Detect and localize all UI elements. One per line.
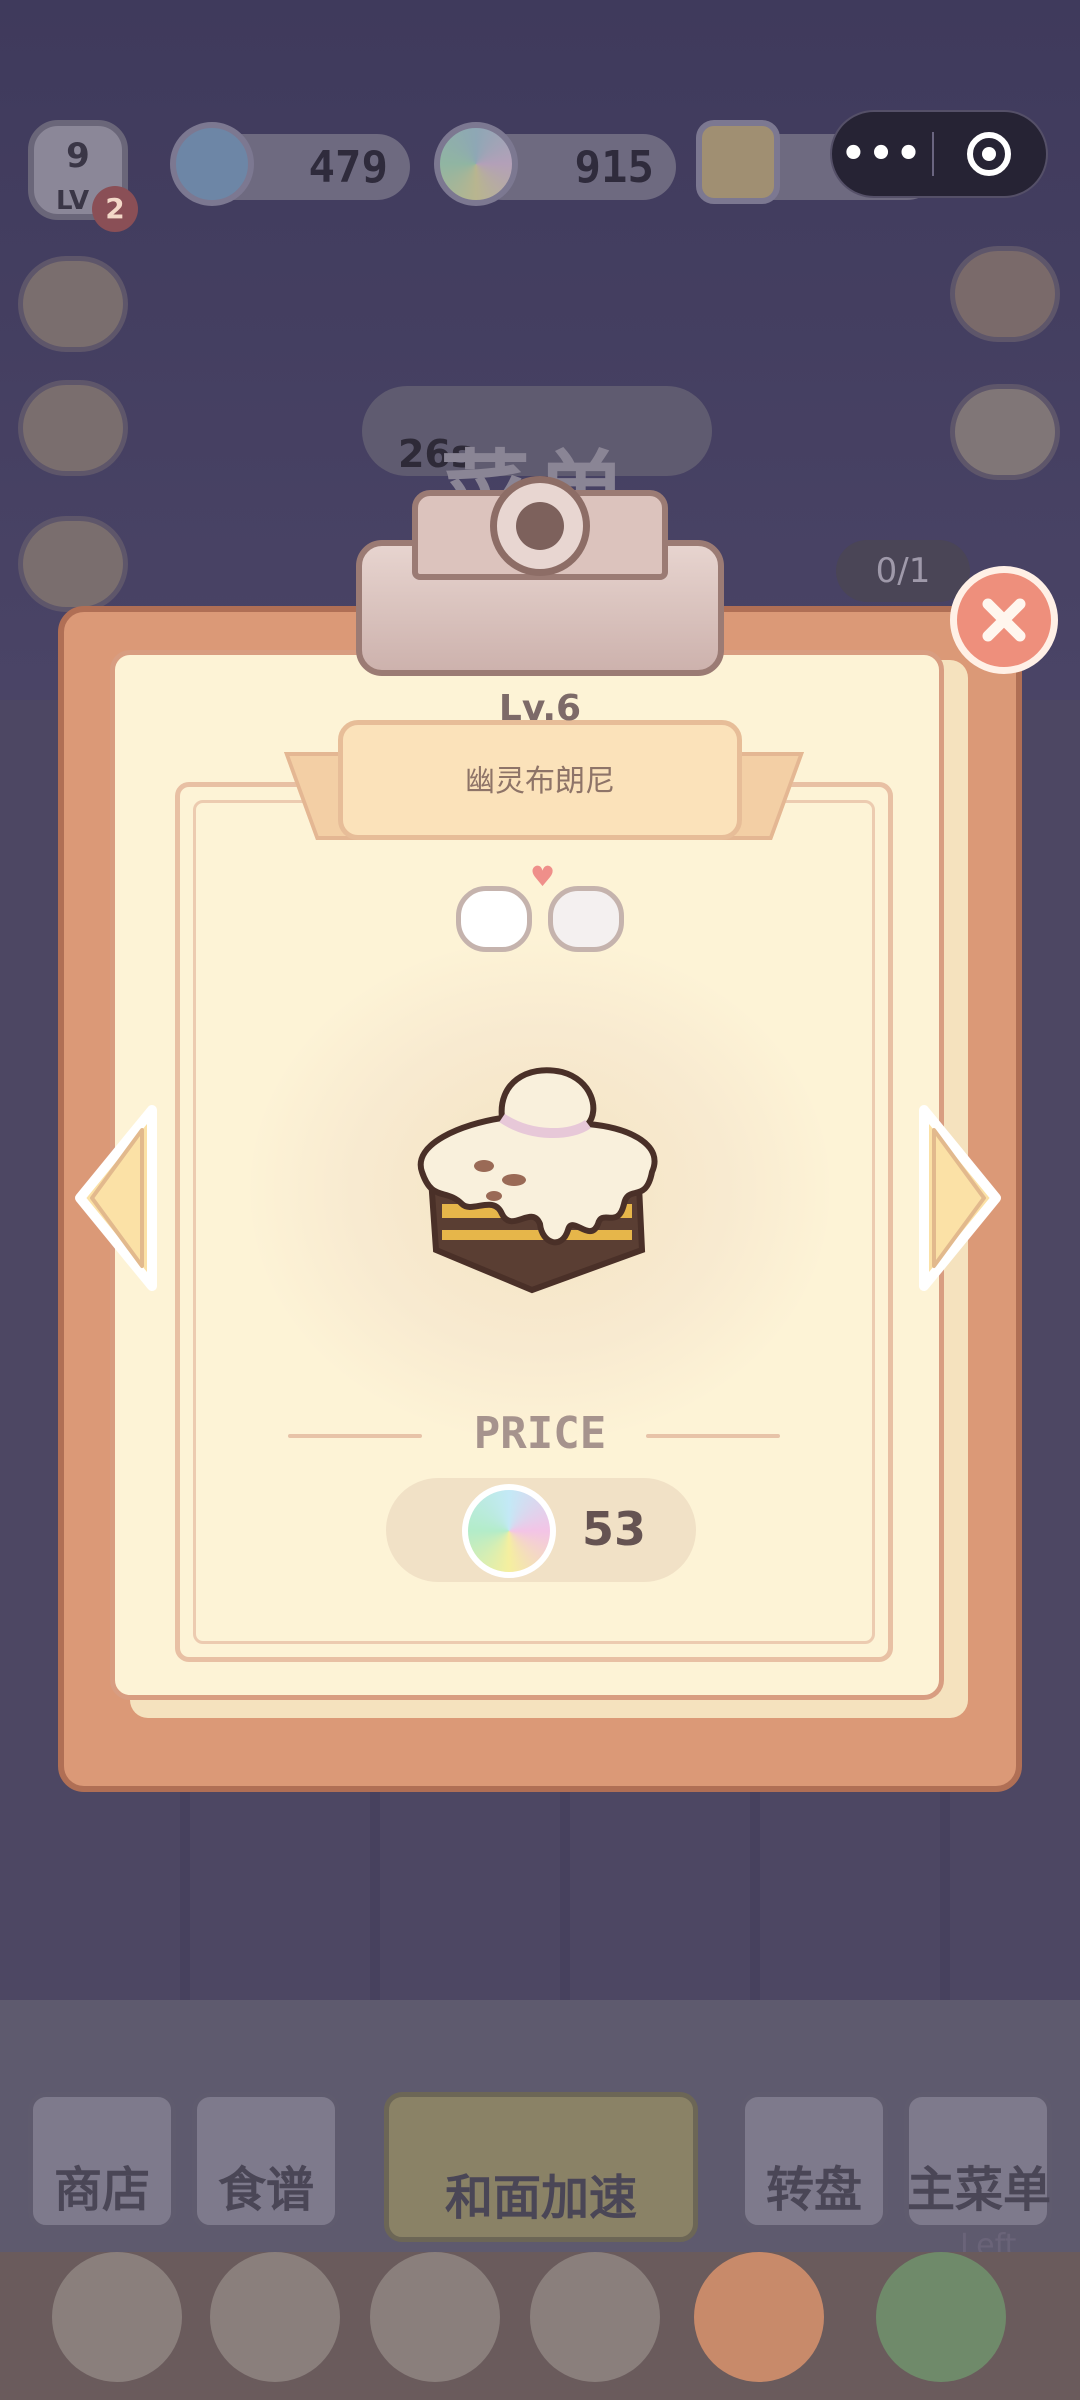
player-level-value: 9 (66, 136, 90, 176)
previous-recipe-button[interactable] (70, 1100, 162, 1296)
close-button[interactable] (950, 566, 1058, 674)
gem-count: 479 (308, 141, 388, 193)
more-options-button[interactable]: ••• (832, 131, 932, 177)
hamster-chef-icon (548, 886, 624, 952)
ufo-item-icon[interactable] (530, 2252, 660, 2382)
cake-event-icon[interactable] (950, 246, 1060, 342)
rainbow-coin-icon (434, 122, 518, 206)
main-menu-label: 主菜单 (906, 2162, 1051, 2218)
sheep-chef-icon (456, 886, 532, 952)
close-icon (982, 598, 1026, 642)
wheel-label: 转盘 (765, 2162, 862, 2218)
piggy-bank-icon[interactable] (950, 384, 1060, 480)
price-value: 53 (582, 1502, 647, 1556)
arrow-left-icon (75, 1105, 157, 1291)
recipes-label: 食谱 (217, 2162, 314, 2218)
price-label: PRICE (473, 1408, 607, 1459)
flower-item-icon[interactable] (52, 2252, 182, 2382)
gem-icon (170, 122, 254, 206)
close-miniprogram-button[interactable] (934, 132, 1044, 176)
tree-item-icon[interactable] (876, 2252, 1006, 2382)
record-target-icon (967, 132, 1011, 176)
ticket-icon (696, 120, 780, 204)
unicorn-item-icon[interactable] (210, 2252, 340, 2382)
level-label: LV (56, 186, 90, 216)
duck-chef-avatar-2[interactable] (18, 516, 128, 612)
pumpkin-item-icon[interactable] (694, 2252, 824, 2382)
cookie-item-icon[interactable] (370, 2252, 500, 2382)
duck-chef-avatar[interactable] (18, 380, 128, 476)
recipe-name: 幽灵布朗尼 (465, 764, 615, 799)
clipboard-hole (516, 502, 564, 550)
player-level-chip: 2 (92, 186, 138, 232)
knead-speedup-label: 和面加速 (444, 2170, 637, 2226)
coin-count: 915 (574, 141, 654, 193)
ghost-brownie-dish (417, 1067, 658, 1294)
rainbow-coin-icon-price (462, 1484, 556, 1578)
next-recipe-button[interactable] (914, 1100, 1006, 1296)
dog-chef-avatar[interactable] (18, 256, 128, 352)
miniprogram-capsule: ••• (830, 110, 1048, 198)
arrow-right-icon (919, 1105, 1001, 1291)
recipe-level: Lv.6 (498, 688, 582, 729)
heart-icon: ♥ (530, 860, 556, 893)
shop-label: 商店 (53, 2162, 150, 2218)
order-counter: 0/1 (836, 540, 970, 602)
